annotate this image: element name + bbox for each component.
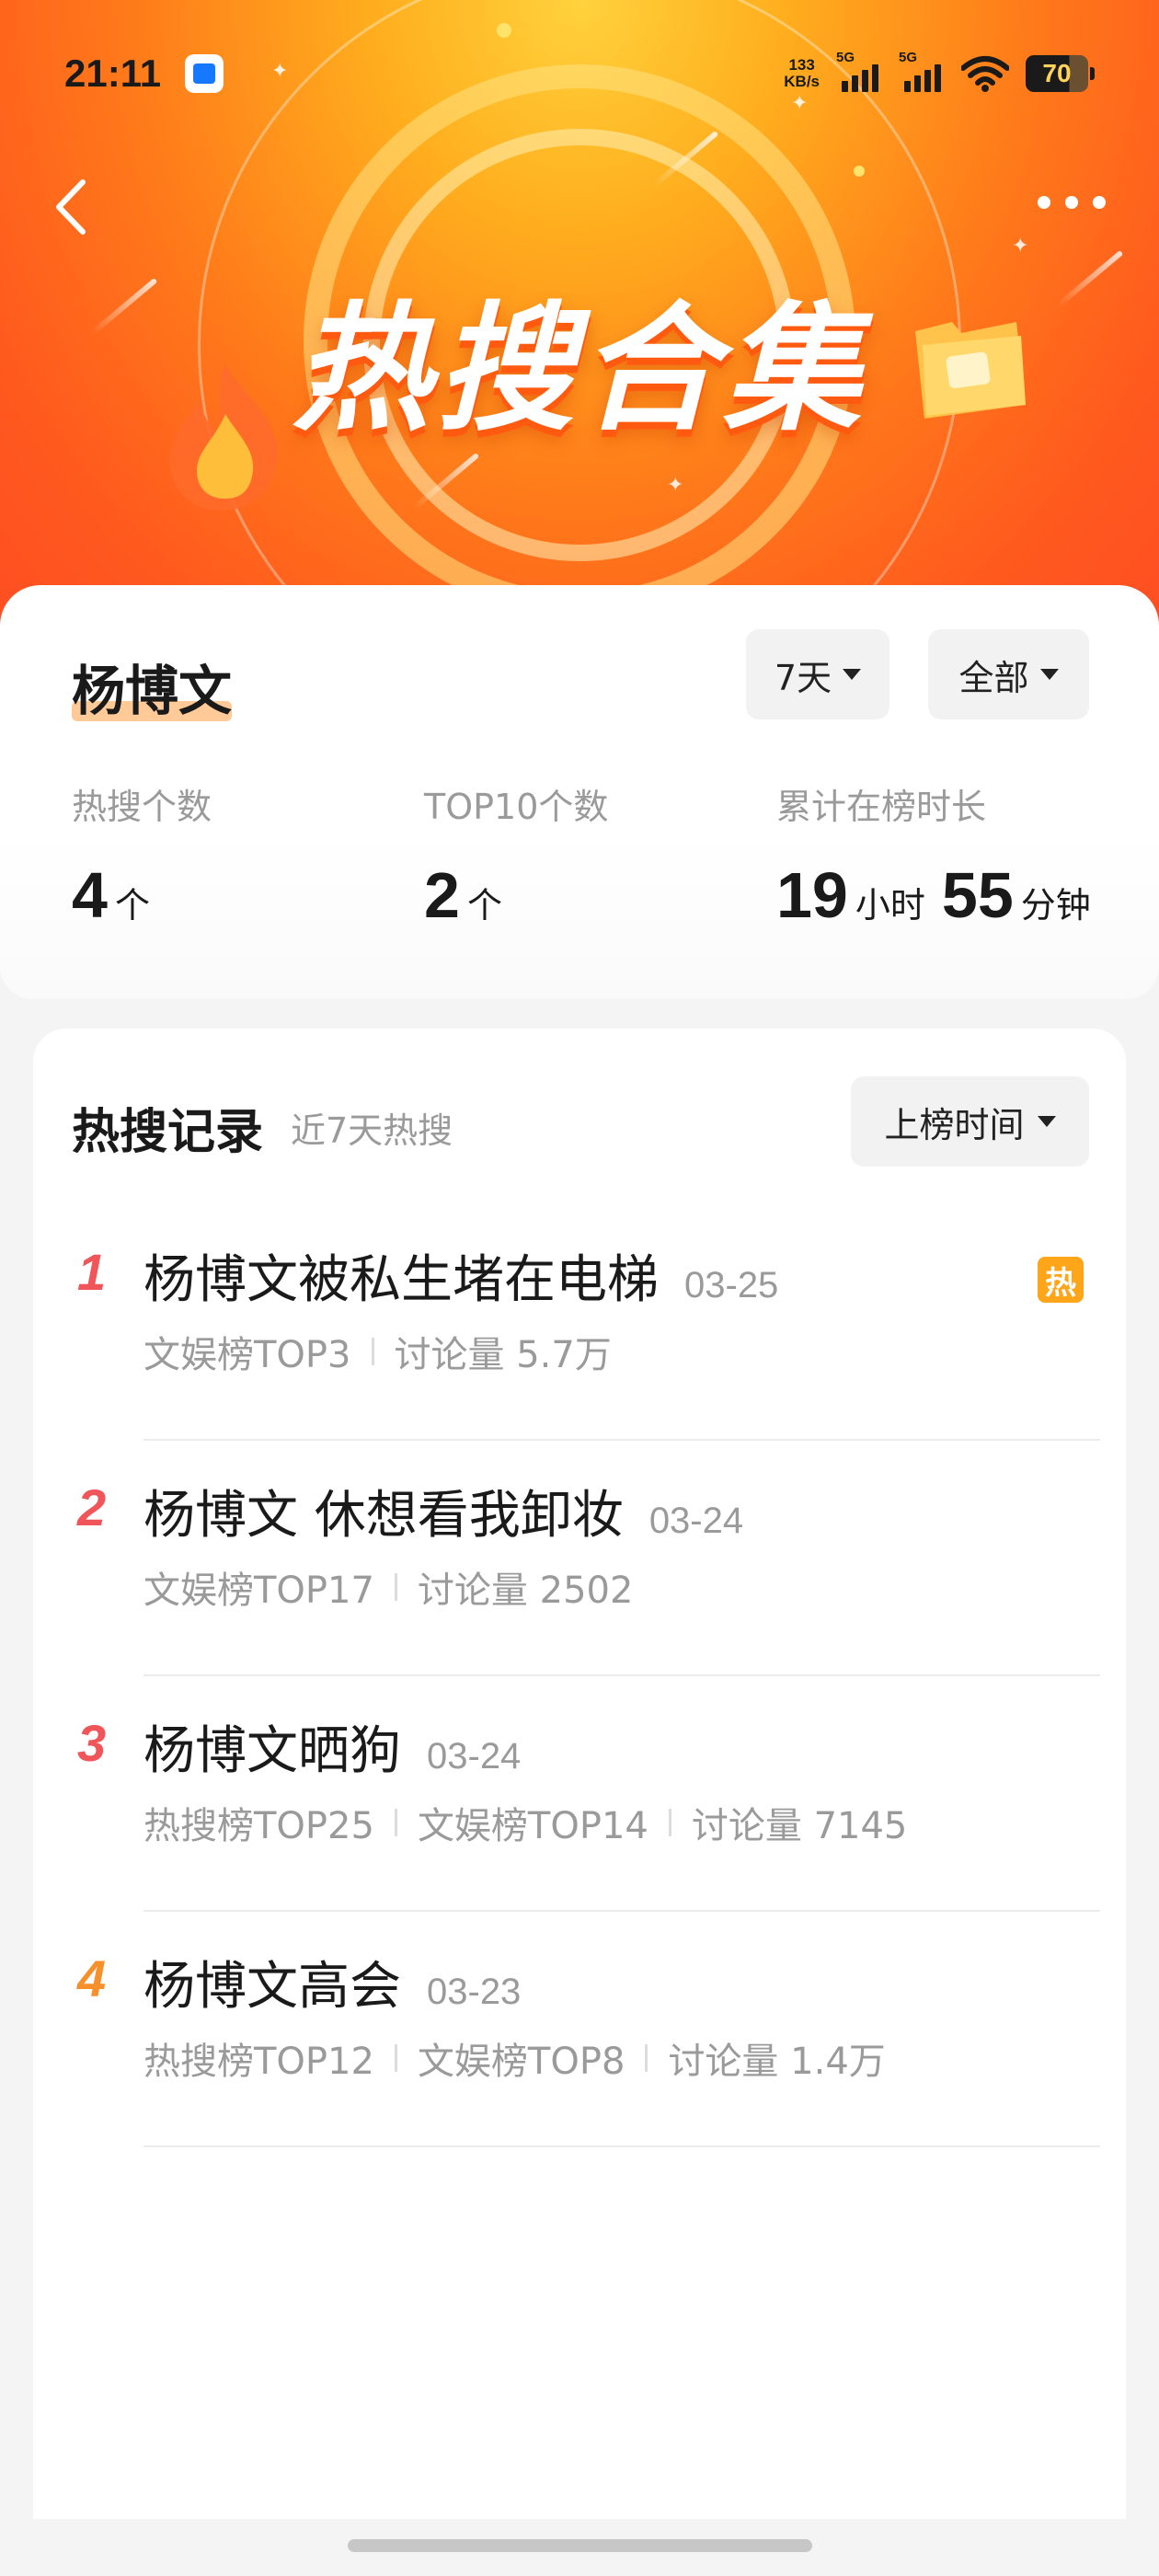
banner-title: 热搜合集 [292,290,866,450]
list-item[interactable]: 3 杨博文晒狗 03-24 热搜榜TOP25 文娱榜TOP14 讨论量 7145 [33,1676,1126,1912]
type-filter-label: 全部 [958,657,1029,698]
stat-value: 2 [424,859,460,931]
wifi-icon [961,56,1009,92]
banner-decoration [497,23,511,38]
battery-level: 70 [1026,55,1088,92]
divider [143,2145,1100,2147]
item-title: 杨博文 休想看我卸妆 [143,1486,624,1546]
type-filter-dropdown[interactable]: 全部 [928,629,1089,719]
stat-minutes-value: 55 [941,859,1014,931]
stat-label: 热搜个数 [72,787,212,827]
status-time: 21:11 [64,52,162,95]
hot-badge: 热 [1038,1257,1084,1303]
stat-unit: 个 [114,885,150,926]
item-date: 03-23 [427,1972,522,2012]
back-button[interactable] [46,175,101,239]
stat-value: 4 [72,859,108,931]
stat-label: TOP10个数 [424,787,609,827]
divider [668,1809,671,1836]
list-item[interactable]: 2 杨博文 休想看我卸妆 03-24 文娱榜TOP17 讨论量 2502 [33,1441,1126,1676]
sparkle-icon: ✦ [1012,235,1029,258]
sparkle-icon: ✦ [667,474,684,497]
stat-total-duration: 累计在榜时长 19 小时 55 分钟 [776,778,1091,932]
item-date: 03-24 [648,1501,744,1541]
stat-unit: 个 [466,885,502,926]
item-meta: 文娱榜TOP17 [143,1570,374,1612]
item-meta: 讨论量 7145 [691,1805,908,1847]
item-meta: 热搜榜TOP12 [143,2041,374,2083]
records-subtitle: 近7天热搜 [291,1110,453,1151]
item-title: 杨博文高会 [143,1957,401,2017]
divider [394,2044,397,2072]
signal-icon: 5G [836,50,882,92]
list-item[interactable]: 1 杨博文被私生堵在电梯 03-25 文娱榜TOP3 讨论量 5.7万 热 [33,1205,1126,1441]
summary-card: 杨博文 7天 全部 热搜个数 4 个 TOP10个数 2 个 累计在榜时长 19… [0,585,1159,999]
range-filter-label: 7天 [774,657,832,698]
list-item[interactable]: 4 杨博文高会 03-23 热搜榜TOP12 文娱榜TOP8 讨论量 1.4万 [33,1912,1126,2147]
caret-down-icon [1037,1116,1056,1127]
person-name: 杨博文 [72,648,233,725]
sim1-label: 5G [836,50,855,65]
rank-number: 3 [77,1714,107,1772]
stat-hot-count: 热搜个数 4 个 [72,778,212,932]
more-options-icon[interactable] [1030,184,1113,221]
home-indicator[interactable] [348,2539,812,2552]
divider [371,1338,374,1365]
stat-label: 累计在榜时长 [776,787,987,827]
item-meta: 讨论量 1.4万 [668,2041,886,2083]
divider [394,1573,397,1601]
sort-dropdown[interactable]: 上榜时间 [851,1076,1089,1167]
divider [645,2044,648,2072]
person-name-text: 杨博文 [72,660,233,722]
records-title: 热搜记录 [72,1105,264,1160]
records-card: 热搜记录 近7天热搜 上榜时间 1 杨博文被私生堵在电梯 03-25 文娱榜TO… [33,1029,1126,2519]
rank-number: 2 [77,1478,107,1536]
divider [394,1809,397,1836]
sort-label: 上榜时间 [884,1104,1025,1145]
caret-down-icon [1039,669,1059,680]
item-meta: 文娱榜TOP14 [417,1805,648,1847]
item-meta: 文娱榜TOP3 [143,1334,351,1376]
item-meta: 文娱榜TOP8 [417,2041,625,2083]
item-meta: 讨论量 2502 [417,1570,634,1612]
banner-decoration [854,166,865,177]
item-title: 杨博文被私生堵在电梯 [143,1250,659,1310]
status-bar: 21:11 133 KB/s 5G 5G 70 [64,46,1095,101]
signal-icon: 5G [899,50,945,92]
battery-icon: 70 [1026,55,1095,92]
rank-number: 4 [77,1949,107,2007]
range-filter-dropdown[interactable]: 7天 [746,629,889,719]
item-date: 03-24 [427,1736,522,1777]
stat-hours-value: 19 [776,859,848,931]
network-speed-value: 133 [788,56,815,74]
sim2-label: 5G [899,50,918,65]
stat-hours-unit: 小时 [855,885,925,926]
stat-minutes-unit: 分钟 [1020,885,1091,926]
network-speed: 133 KB/s [784,57,820,90]
item-meta: 讨论量 5.7万 [394,1334,612,1376]
caret-down-icon [843,669,862,680]
item-date: 03-25 [684,1265,779,1305]
header-banner: ✦ ✦ ✦ ✦ 21:11 133 KB/s 5G 5G 70 热搜合集 [0,0,1159,644]
network-speed-unit: KB/s [784,73,820,90]
item-meta: 热搜榜TOP25 [143,1805,374,1847]
item-title: 杨博文晒狗 [143,1721,401,1781]
rank-number: 1 [77,1243,107,1301]
stat-top10-count: TOP10个数 2 个 [424,778,608,932]
app-notification-icon [185,54,224,93]
